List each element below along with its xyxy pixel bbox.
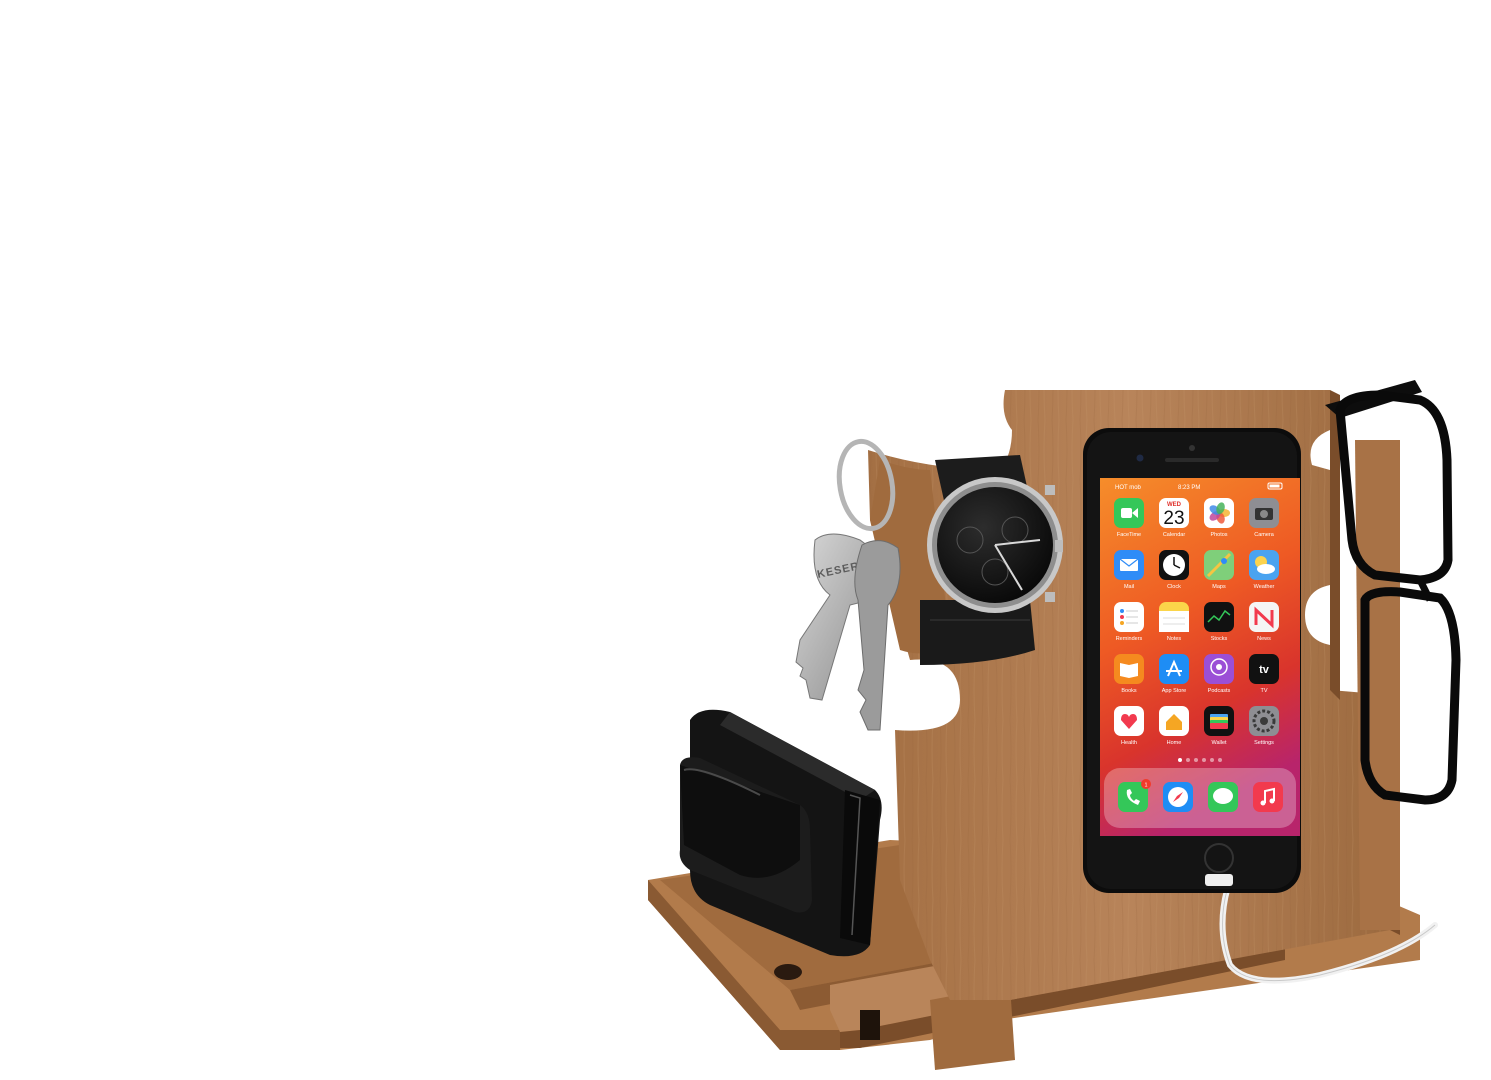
app-label: Weather [1254, 584, 1275, 590]
app-store-icon[interactable]: App Store [1159, 654, 1189, 694]
app-label: Calendar [1163, 532, 1185, 538]
app-label: Wallet [1211, 740, 1227, 746]
app-label: Stocks [1211, 636, 1228, 642]
app-label: FaceTime [1117, 532, 1141, 538]
app-label: Camera [1254, 532, 1275, 538]
safari-icon[interactable] [1163, 782, 1193, 812]
music-icon[interactable] [1253, 782, 1283, 812]
phone-icon[interactable]: 1 [1118, 779, 1151, 812]
app-label: Photos [1210, 532, 1227, 538]
messages-icon[interactable] [1208, 782, 1238, 812]
facetime-icon[interactable]: FaceTime [1114, 498, 1144, 538]
calendar-day: 23 [1163, 508, 1184, 529]
reminders-icon[interactable]: Reminders [1114, 602, 1144, 642]
app-label: Notes [1167, 636, 1182, 642]
podcasts-icon[interactable]: Podcasts [1204, 654, 1234, 694]
page-dot[interactable] [1186, 758, 1190, 762]
calendar-icon[interactable]: WED23Calendar [1159, 498, 1189, 538]
app-label: Clock [1167, 584, 1181, 590]
page-dot[interactable] [1194, 758, 1198, 762]
app-label: Settings [1254, 740, 1274, 746]
page-dot[interactable] [1218, 758, 1222, 762]
product-photo: KESER HOT mob 8:23 PM FaceTimeWED23Calen… [648, 380, 1461, 1070]
smartphone: HOT mob 8:23 PM FaceTimeWED23Calendar Pho… [1083, 428, 1301, 893]
app-label: Podcasts [1208, 688, 1231, 694]
app-label: App Store [1162, 688, 1186, 694]
app-label: Reminders [1116, 636, 1143, 642]
app-label: TV [1260, 688, 1267, 694]
app-label: Maps [1212, 584, 1226, 590]
badge-count: 1 [1144, 783, 1147, 789]
status-time: 8:23 PM [1178, 485, 1200, 491]
page-dot[interactable] [1210, 758, 1214, 762]
app-label: News [1257, 636, 1271, 642]
status-carrier: HOT mob [1115, 485, 1142, 491]
app-label: Books [1121, 688, 1137, 694]
page-dot[interactable] [1178, 758, 1182, 762]
key-back [854, 540, 901, 731]
page-dot[interactable] [1202, 758, 1206, 762]
app-label: Mail [1124, 584, 1134, 590]
app-label: Home [1167, 740, 1182, 746]
tv-glyph: tv [1259, 664, 1270, 676]
tray-hole [774, 964, 802, 980]
phone-screen: HOT mob 8:23 PM FaceTimeWED23Calendar Pho… [1100, 478, 1300, 836]
app-label: Health [1121, 740, 1137, 746]
